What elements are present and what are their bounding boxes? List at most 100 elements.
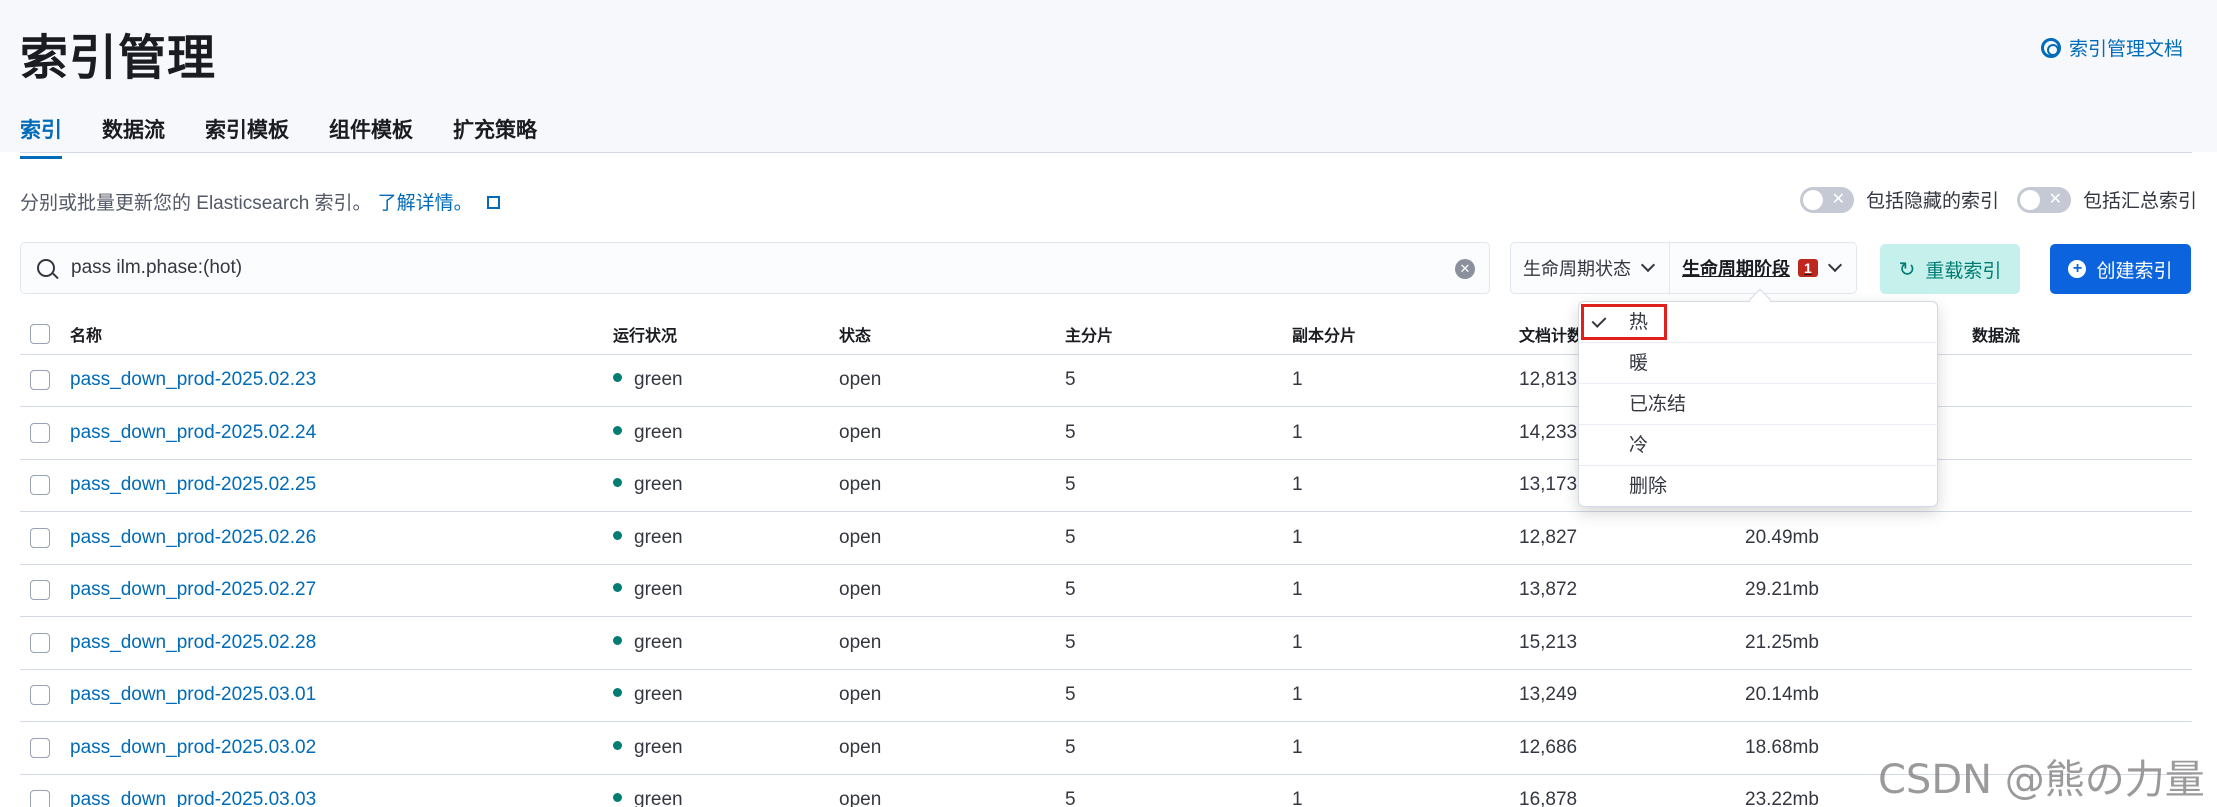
lifecycle-status-filter[interactable]: 生命周期状态 <box>1511 243 1669 293</box>
index-name-link[interactable]: pass_down_prod-2025.02.28 <box>70 632 316 653</box>
replica-shards-cell: 1 <box>1292 406 1519 460</box>
health-value: green <box>634 684 683 706</box>
help-lifebuoy-icon <box>2040 37 2061 58</box>
docs-count-cell: 12,686 <box>1519 721 1745 775</box>
table-row: pass_down_prod-2025.02.26 green open 5 1 12,8… <box>20 511 2192 565</box>
create-index-button[interactable]: + 创建索引 <box>2050 244 2191 294</box>
primary-shards-cell: 5 <box>1065 564 1292 617</box>
search-bar: ✕ <box>20 242 1490 294</box>
index-name-link[interactable]: pass_down_prod-2025.02.26 <box>70 527 316 548</box>
table-row: pass_down_prod-2025.02.27 green open 5 1 13,8… <box>20 564 2192 617</box>
health-dot-icon <box>613 373 622 383</box>
docs-count-cell: 13,872 <box>1519 564 1745 617</box>
index-name-cell: pass_down_prod-2025.02.28 <box>70 616 613 670</box>
index-name-link[interactable]: pass_down_prod-2025.02.27 <box>70 579 316 600</box>
row-checkbox[interactable] <box>30 580 50 601</box>
row-checkbox[interactable] <box>30 632 50 653</box>
health-dot-icon <box>613 425 622 435</box>
index-name-link[interactable]: pass_down_prod-2025.03.01 <box>70 684 316 705</box>
health-cell: green <box>613 774 839 807</box>
include-hidden-switch[interactable]: ✕ <box>1800 186 1854 213</box>
replica-shards-cell: 1 <box>1292 721 1519 775</box>
health-cell: green <box>613 459 839 512</box>
primary-shards-cell: 5 <box>1065 406 1292 460</box>
primary-shards-cell: 5 <box>1065 721 1292 775</box>
data-stream-cell <box>1972 406 2192 460</box>
replica-shards-cell: 1 <box>1292 774 1519 807</box>
table-row: pass_down_prod-2025.03.03 green open 5 1 16,8… <box>20 774 2192 807</box>
status-cell: open <box>839 669 1065 722</box>
replica-shards-cell: 1 <box>1292 511 1519 565</box>
row-select-cell <box>20 564 70 617</box>
health-dot-icon <box>613 530 622 540</box>
row-checkbox[interactable] <box>30 422 50 443</box>
docs-link[interactable]: 索引管理文档 <box>2040 34 2183 61</box>
create-index-label: 创建索引 <box>2096 260 2173 282</box>
column-header-health[interactable]: 运行状况 <box>613 314 839 355</box>
row-select-cell <box>20 354 70 407</box>
health-dot-icon <box>613 635 622 645</box>
column-header-replica[interactable]: 副本分片 <box>1292 314 1519 355</box>
docs-count-cell: 15,213 <box>1519 616 1745 670</box>
status-cell: open <box>839 774 1065 807</box>
index-name-link[interactable]: pass_down_prod-2025.02.23 <box>70 369 316 390</box>
index-name-link[interactable]: pass_down_prod-2025.02.24 <box>70 422 316 443</box>
search-input[interactable] <box>71 257 1411 279</box>
column-header-status[interactable]: 状态 <box>839 314 1065 355</box>
replica-shards-cell: 1 <box>1292 459 1519 512</box>
reload-indices-button[interactable]: ↻ 重载索引 <box>1880 244 2020 294</box>
index-name-link[interactable]: pass_down_prod-2025.03.03 <box>70 789 316 807</box>
lifecycle-phase-filter[interactable]: 生命周期阶段 1 <box>1669 243 1856 293</box>
primary-shards-cell: 5 <box>1065 459 1292 512</box>
health-cell: green <box>613 669 839 722</box>
lifecycle-phase-label: 生命周期阶段 <box>1682 259 1790 279</box>
row-select-cell <box>20 511 70 565</box>
include-hidden-label: 包括隐藏的索引 <box>1866 191 2000 212</box>
primary-shards-cell: 5 <box>1065 669 1292 722</box>
data-stream-cell <box>1972 564 2192 617</box>
health-cell: green <box>613 564 839 617</box>
row-checkbox[interactable] <box>30 370 50 391</box>
row-checkbox[interactable] <box>30 685 50 706</box>
storage-size-cell: 29.21mb <box>1745 564 1972 617</box>
status-cell: open <box>839 354 1065 407</box>
table-row: pass_down_prod-2025.03.02 green open 5 1 12,6… <box>20 721 2192 775</box>
phase-option-2[interactable]: 已冻结 <box>1579 384 1939 425</box>
row-checkbox[interactable] <box>30 790 50 807</box>
health-value: green <box>634 474 683 496</box>
search-icon <box>37 259 55 277</box>
column-header-primary[interactable]: 主分片 <box>1065 314 1292 355</box>
table-row: pass_down_prod-2025.02.28 green open 5 1 15,2… <box>20 616 2192 670</box>
column-header-data-stream[interactable]: 数据流 <box>1972 314 2192 355</box>
data-stream-cell <box>1972 354 2192 407</box>
watermark: CSDN @熊の力量 <box>1878 757 2205 803</box>
learn-more-link[interactable]: 了解详情。 <box>378 188 473 215</box>
health-dot-icon <box>613 688 622 698</box>
include-rollup-switch[interactable]: ✕ <box>2017 186 2071 213</box>
phase-option-4[interactable]: 删除 <box>1579 466 1939 507</box>
index-name-link[interactable]: pass_down_prod-2025.02.25 <box>70 474 316 495</box>
refresh-icon: ↻ <box>1898 258 1916 281</box>
index-name-cell: pass_down_prod-2025.03.01 <box>70 669 613 722</box>
health-value: green <box>634 789 683 807</box>
clear-search-icon[interactable]: ✕ <box>1455 259 1475 279</box>
column-header-name[interactable]: 名称 <box>70 314 613 355</box>
health-dot-icon <box>613 583 622 593</box>
status-cell: open <box>839 511 1065 565</box>
row-checkbox[interactable] <box>30 737 50 758</box>
active-filter-count-badge: 1 <box>1798 259 1818 277</box>
health-cell: green <box>613 616 839 670</box>
index-name-link[interactable]: pass_down_prod-2025.03.02 <box>70 737 316 758</box>
health-dot-icon <box>613 793 622 803</box>
phase-option-3[interactable]: 冷 <box>1579 425 1939 466</box>
health-cell: green <box>613 354 839 407</box>
row-checkbox[interactable] <box>30 527 50 548</box>
health-dot-icon <box>613 478 622 488</box>
select-all-checkbox[interactable] <box>30 323 50 344</box>
page-description: 分别或批量更新您的 Elasticsearch 索引。 了解详情。 <box>20 188 500 215</box>
storage-size-cell: 20.49mb <box>1745 511 1972 565</box>
row-checkbox[interactable] <box>30 475 50 496</box>
tabs-divider <box>20 152 2192 153</box>
description-text: 分别或批量更新您的 Elasticsearch 索引。 <box>20 193 372 214</box>
phase-option-1[interactable]: 暖 <box>1579 343 1939 384</box>
